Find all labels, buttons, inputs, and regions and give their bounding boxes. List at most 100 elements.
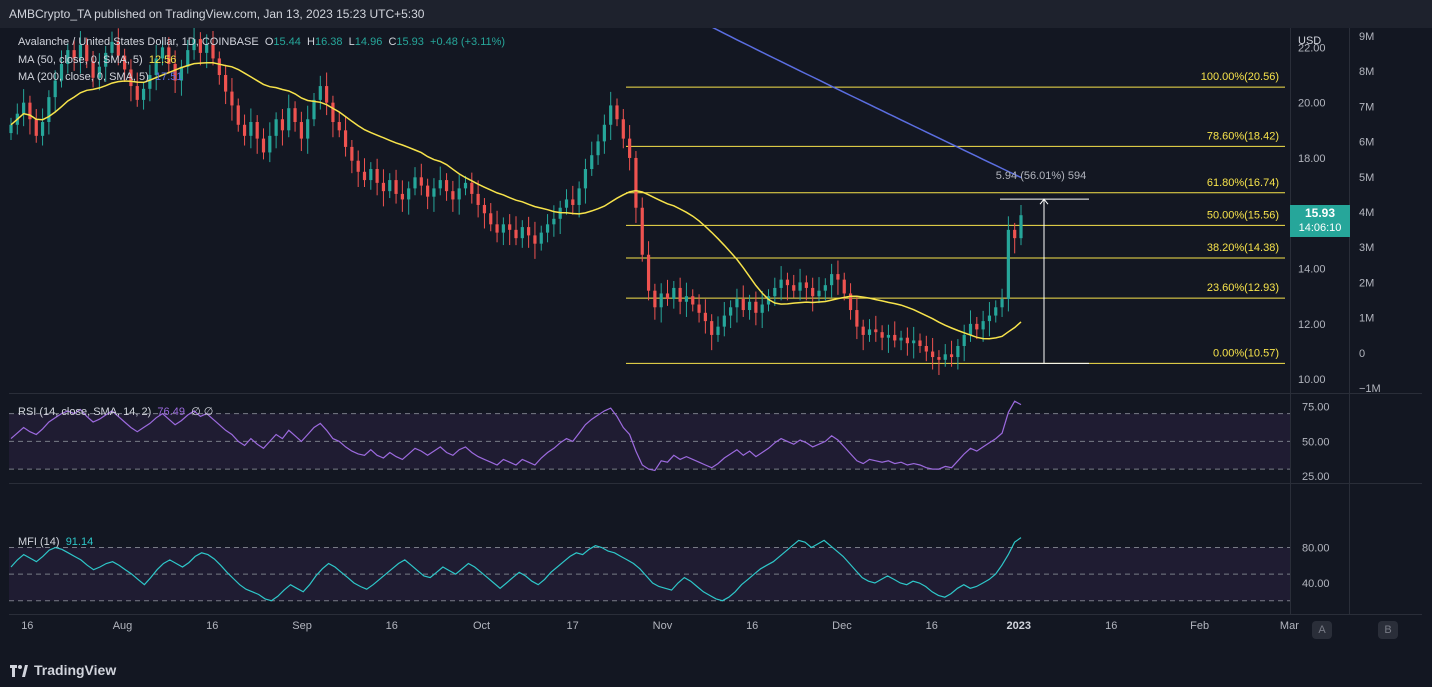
- candle-body: [287, 108, 291, 131]
- candle-body: [457, 188, 461, 200]
- rsi-label: RSI (14, close, SMA, 14, 2): [18, 406, 152, 418]
- candle-body: [943, 354, 947, 360]
- candle-body: [861, 326, 865, 335]
- candle-body: [28, 102, 32, 120]
- candle-body: [773, 287, 777, 297]
- candle-body: [527, 227, 531, 236]
- fib-label: 38.20%(14.38): [1207, 242, 1279, 254]
- candle-body: [855, 310, 859, 327]
- pane-divider: [9, 393, 1422, 394]
- candle-body: [514, 229, 518, 239]
- candle-body: [710, 321, 714, 335]
- candle-body: [1019, 215, 1023, 239]
- price-tick: 22.00: [1298, 42, 1326, 54]
- candle-body: [1000, 298, 1004, 308]
- chart-frame[interactable]: 100.00%(20.56) 78.60%(18.42) 61.80%(16.74)…: [9, 28, 1422, 644]
- candle-body: [975, 323, 979, 330]
- candle-body: [646, 254, 651, 291]
- candle-body: [760, 304, 764, 313]
- candle-body: [741, 298, 745, 311]
- candle-body: [545, 224, 550, 233]
- tradingview-logo-icon: [10, 664, 28, 677]
- candle-body: [482, 204, 487, 214]
- rsi-tick: 25.00: [1302, 471, 1330, 483]
- candle-body: [962, 334, 966, 346]
- high-value: 16.38: [315, 36, 343, 48]
- price-tick: 20.00: [1298, 98, 1326, 110]
- rsi-tick: 75.00: [1302, 402, 1330, 414]
- candle-body: [937, 357, 941, 360]
- time-tick: Feb: [1190, 620, 1209, 632]
- candle-body: [899, 337, 903, 341]
- candle-body: [981, 321, 985, 330]
- fib-label: 50.00%(15.56): [1207, 209, 1279, 221]
- candle-body: [949, 354, 954, 358]
- time-tick: Oct: [473, 620, 490, 632]
- candle-body: [729, 307, 733, 316]
- auto-scale-button[interactable]: A: [1312, 621, 1332, 639]
- symbol-title: Avalanche / United States Dollar, 1D, CO…: [18, 36, 259, 48]
- candle-body: [419, 177, 423, 186]
- candle-body: [369, 169, 373, 181]
- candle-body: [912, 340, 916, 344]
- candle-body: [501, 224, 505, 233]
- fib-label: 61.80%(16.74): [1207, 177, 1279, 189]
- ma50-legend[interactable]: MA (50, close, 0, SMA, 5) 12.56: [18, 54, 176, 66]
- time-tick: Mar: [1280, 620, 1299, 632]
- candle-body: [924, 345, 928, 352]
- candle-body: [564, 199, 569, 208]
- axis-divider: [1349, 28, 1350, 614]
- candle-body: [444, 180, 449, 192]
- chart-svg[interactable]: 100.00%(20.56) 78.60%(18.42) 61.80%(16.74)…: [9, 28, 1422, 644]
- candle-body: [893, 334, 897, 341]
- time-tick: 16: [746, 620, 758, 632]
- candle-body: [1013, 229, 1017, 239]
- candle-body: [716, 326, 720, 335]
- candle-body: [552, 218, 556, 225]
- rsi-legend[interactable]: RSI (14, close, SMA, 14, 2) 76.49 ∅ ∅: [18, 405, 213, 418]
- candle-body: [583, 169, 588, 189]
- candle-body: [53, 80, 57, 98]
- price-tick: 14.00: [1298, 264, 1326, 276]
- log-scale-button[interactable]: B: [1378, 621, 1398, 639]
- candle-body: [135, 86, 139, 100]
- candle-body: [413, 177, 417, 189]
- tradingview-logo[interactable]: TradingView: [10, 654, 116, 687]
- candle-body: [230, 91, 234, 106]
- brand-name: TradingView: [34, 662, 117, 678]
- candle-body: [678, 287, 682, 302]
- volume-tick: 6M: [1359, 137, 1374, 149]
- time-tick: 16: [206, 620, 218, 632]
- candle-body: [836, 274, 840, 280]
- candle-body: [747, 301, 752, 311]
- candle-body: [590, 155, 594, 170]
- candle-countdown: 14:06:10: [1298, 222, 1342, 234]
- volume-tick: 2M: [1359, 277, 1374, 289]
- close-value: 15.93: [396, 36, 424, 48]
- volume-tick: 3M: [1359, 242, 1374, 254]
- current-price: 15.93: [1304, 206, 1336, 220]
- footer: TradingView: [0, 646, 1432, 679]
- candle-body: [804, 282, 808, 288]
- candle-body: [508, 224, 512, 230]
- time-tick: Dec: [832, 620, 852, 632]
- mfi-legend[interactable]: MFI (14) 91.14: [18, 536, 93, 548]
- axis-divider: [1290, 28, 1291, 614]
- candle-body: [874, 329, 878, 333]
- candle-body: [968, 323, 973, 335]
- candle-body: [489, 213, 493, 225]
- candle-body: [785, 279, 790, 286]
- candle-body: [318, 86, 322, 100]
- volume-tick: 1M: [1359, 313, 1374, 325]
- mfi-label: MFI (14): [18, 536, 60, 548]
- candle-body: [242, 124, 247, 136]
- time-tick: 16: [21, 620, 33, 632]
- candle-body: [520, 227, 524, 239]
- mfi-tick: 40.00: [1302, 578, 1330, 590]
- candle-body: [703, 312, 707, 322]
- candle-body: [495, 224, 499, 233]
- volume-tick: 4M: [1359, 207, 1374, 219]
- ma200-legend[interactable]: MA (200, close, 0, SMA, 5) 17.51: [18, 71, 183, 83]
- time-tick: Aug: [113, 620, 133, 632]
- high-label: H: [307, 36, 315, 48]
